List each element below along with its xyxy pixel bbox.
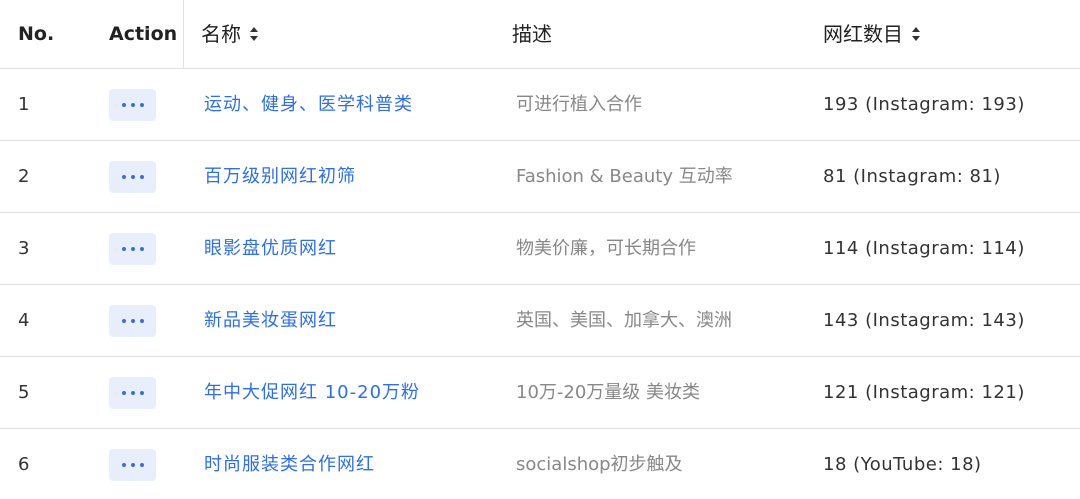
table-row: 5 年中大促网红 10-20万粉 10万-20万量级 美妆类 121 (Inst… <box>0 357 1080 429</box>
table-row: 3 眼影盘优质网红 物美价廉，可长期合作 114 (Instagram: 114… <box>0 213 1080 285</box>
more-icon-dot <box>130 247 135 251</box>
column-header-influencer-count[interactable]: 网红数目 <box>823 0 921 69</box>
more-icon-dot <box>130 463 135 467</box>
more-icon-dot <box>139 391 144 395</box>
row-action-cell <box>109 449 156 481</box>
more-icon <box>121 103 126 107</box>
more-actions-button[interactable] <box>109 161 156 193</box>
more-icon-dot <box>130 175 135 179</box>
influencer-list-table: No. Action 名称 描述 网红数目 1 运动、健身、医学科普类 可进行植… <box>0 0 1080 499</box>
influencer-count: 81 (Instagram: 81) <box>823 166 1001 187</box>
more-actions-button[interactable] <box>109 89 156 121</box>
list-description: socialshop初步触及 <box>516 454 683 475</box>
more-actions-button[interactable] <box>109 233 156 265</box>
row-number: 6 <box>18 454 30 475</box>
list-description: Fashion & Beauty 互动率 <box>516 166 733 187</box>
more-icon <box>121 463 126 467</box>
sort-icon[interactable] <box>249 25 259 43</box>
column-resize-divider[interactable] <box>183 0 184 69</box>
row-action-cell <box>109 89 156 121</box>
list-description: 物美价廉，可长期合作 <box>516 238 696 259</box>
row-action-cell <box>109 377 156 409</box>
list-name-link[interactable]: 眼影盘优质网红 <box>204 213 337 284</box>
column-header-name[interactable]: 名称 <box>201 0 259 69</box>
more-icon <box>121 391 126 395</box>
row-number: 4 <box>18 310 30 331</box>
more-actions-button[interactable] <box>109 449 156 481</box>
influencer-count: 193 (Instagram: 193) <box>823 94 1025 115</box>
more-icon-dot <box>139 319 144 323</box>
more-icon-dot <box>130 319 135 323</box>
column-header-name-label: 名称 <box>201 22 241 46</box>
row-number: 2 <box>18 166 30 187</box>
more-icon-dot <box>139 247 144 251</box>
sort-icon[interactable] <box>911 25 921 43</box>
row-number: 5 <box>18 382 30 403</box>
list-name-link[interactable]: 新品美妆蛋网红 <box>204 285 337 356</box>
influencer-count: 143 (Instagram: 143) <box>823 310 1025 331</box>
list-name-link[interactable]: 运动、健身、医学科普类 <box>204 69 413 140</box>
row-action-cell <box>109 305 156 337</box>
more-icon-dot <box>130 103 135 107</box>
more-icon-dot <box>139 103 144 107</box>
table-header: No. Action 名称 描述 网红数目 <box>0 0 1080 69</box>
list-name-link[interactable]: 百万级别网红初筛 <box>204 141 356 212</box>
more-icon <box>121 247 126 251</box>
list-description: 英国、美国、加拿大、澳洲 <box>516 310 732 331</box>
table-row: 1 运动、健身、医学科普类 可进行植入合作 193 (Instagram: 19… <box>0 69 1080 141</box>
influencer-count: 114 (Instagram: 114) <box>823 238 1025 259</box>
more-icon-dot <box>139 175 144 179</box>
list-description: 10万-20万量级 美妆类 <box>516 382 701 403</box>
column-header-action: Action <box>109 23 178 45</box>
list-description: 可进行植入合作 <box>516 94 642 115</box>
column-header-no: No. <box>18 23 55 45</box>
influencer-count: 18 (YouTube: 18) <box>823 454 982 475</box>
more-icon <box>121 175 126 179</box>
column-header-description: 描述 <box>512 22 552 46</box>
table-row: 4 新品美妆蛋网红 英国、美国、加拿大、澳洲 143 (Instagram: 1… <box>0 285 1080 357</box>
more-icon <box>121 319 126 323</box>
more-actions-button[interactable] <box>109 377 156 409</box>
row-number: 1 <box>18 94 30 115</box>
list-name-link[interactable]: 年中大促网红 10-20万粉 <box>204 357 420 428</box>
more-actions-button[interactable] <box>109 305 156 337</box>
row-action-cell <box>109 233 156 265</box>
column-header-influencer-count-label: 网红数目 <box>823 22 903 46</box>
table-row: 6 时尚服装类合作网红 socialshop初步触及 18 (YouTube: … <box>0 429 1080 499</box>
table-row: 2 百万级别网红初筛 Fashion & Beauty 互动率 81 (Inst… <box>0 141 1080 213</box>
more-icon-dot <box>130 391 135 395</box>
more-icon-dot <box>139 463 144 467</box>
row-action-cell <box>109 161 156 193</box>
influencer-count: 121 (Instagram: 121) <box>823 382 1025 403</box>
row-number: 3 <box>18 238 30 259</box>
list-name-link[interactable]: 时尚服装类合作网红 <box>204 429 375 499</box>
